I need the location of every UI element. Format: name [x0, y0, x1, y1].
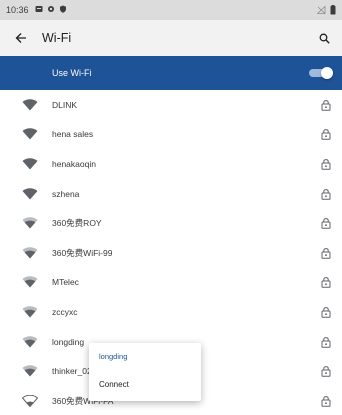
lock-icon — [321, 159, 331, 170]
network-row[interactable]: szhena — [0, 179, 342, 209]
use-wifi-toggle[interactable] — [309, 67, 333, 79]
lock-icon — [321, 247, 331, 259]
wifi-medium-icon — [22, 365, 38, 377]
network-row[interactable]: hena sales — [0, 120, 342, 150]
app-bar: Wi-Fi — [0, 20, 342, 56]
wifi-strong-icon — [22, 158, 38, 170]
wifi-medium-icon — [22, 246, 38, 259]
network-ssid: 360免费WiFi-99 — [52, 247, 113, 258]
wifi-medium-icon — [22, 217, 38, 229]
shield-icon — [59, 5, 67, 15]
page-title: Wi-Fi — [42, 31, 72, 45]
lock-icon — [321, 277, 331, 289]
network-ssid: zccyxc — [52, 306, 78, 317]
wifi-medium-icon — [22, 306, 38, 318]
settings-icon — [47, 5, 55, 15]
network-ssid: henakaoqin — [52, 158, 96, 169]
wifi-strong-icon — [22, 187, 38, 200]
lock-icon — [321, 218, 331, 229]
network-row[interactable]: henakaoqin — [0, 149, 342, 179]
network-row[interactable]: DLINK — [0, 90, 342, 120]
network-ssid: DLINK — [52, 99, 78, 110]
lock-icon — [321, 99, 331, 111]
status-bar: 10:36 — [0, 0, 342, 20]
use-wifi-label: Use Wi-Fi — [52, 68, 92, 78]
lock-icon — [321, 129, 331, 141]
connect-menu-item[interactable]: Connect — [89, 372, 201, 396]
notification-icon — [35, 5, 43, 15]
no-signal-icon — [317, 6, 326, 14]
network-row[interactable]: zccyxc — [0, 297, 342, 327]
network-ssid: 360免费ROY — [52, 218, 102, 229]
search-icon — [319, 33, 330, 44]
network-ssid: hena sales — [52, 129, 94, 140]
network-row[interactable]: 360免费ROY — [0, 208, 342, 238]
back-button[interactable] — [0, 20, 42, 56]
search-button[interactable] — [306, 20, 342, 56]
status-time: 10:36 — [6, 5, 29, 15]
network-row[interactable]: 360免费WiFi-99 — [0, 238, 342, 268]
context-menu-title: longding — [99, 352, 128, 361]
network-context-menu: longding Connect — [89, 343, 201, 401]
wifi-strong-icon — [22, 99, 38, 111]
lock-icon — [321, 307, 331, 318]
lock-icon — [321, 188, 331, 200]
network-ssid: MTelec — [52, 277, 79, 288]
lock-icon — [321, 395, 331, 407]
wifi-medium-icon — [22, 276, 38, 288]
wifi-weak-icon — [22, 394, 38, 407]
network-row[interactable]: MTelec — [0, 268, 342, 298]
network-ssid: thinker_02 — [52, 366, 92, 377]
wifi-strong-icon — [22, 128, 38, 140]
use-wifi-switch-bar[interactable]: Use Wi-Fi — [0, 56, 342, 90]
wifi-medium-icon — [22, 335, 38, 348]
network-ssid: szhena — [52, 188, 80, 199]
lock-icon — [321, 336, 331, 348]
lock-icon — [321, 366, 331, 377]
battery-icon — [330, 5, 336, 15]
network-ssid: longding — [52, 336, 85, 347]
arrow-back-icon — [15, 33, 26, 43]
